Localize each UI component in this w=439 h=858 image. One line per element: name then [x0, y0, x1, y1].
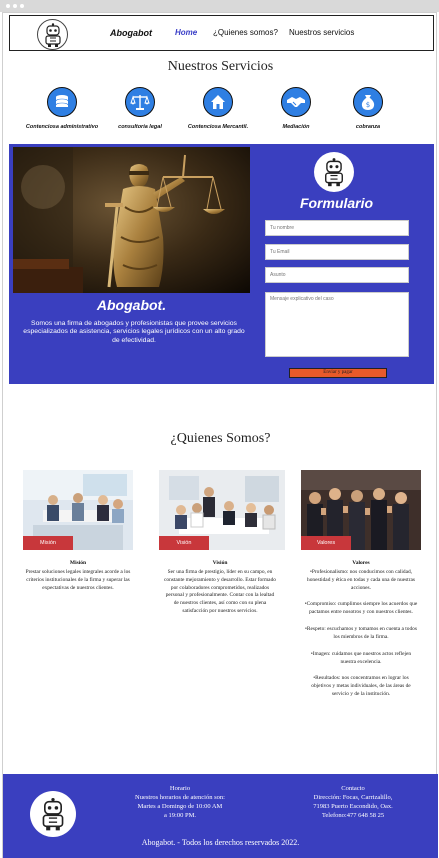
hours-line: a 19:00 PM.	[164, 812, 196, 820]
robot-logo-icon	[314, 152, 354, 192]
mission-tag: Misión	[23, 536, 73, 550]
mission-card: Misión Misión Prestar soluciones legales…	[17, 470, 139, 592]
handshake-icon	[281, 87, 311, 117]
mission-heading: Misión	[69, 560, 87, 566]
house-icon	[203, 87, 233, 117]
values-tag: Valores	[301, 536, 351, 550]
values-heading: Valores	[352, 560, 370, 566]
contact-phone: Telefono:477 648 58 25	[321, 812, 385, 820]
navbar: Abogabot Home ¿Quienes somos? Nuestros s…	[9, 15, 434, 51]
service-item[interactable]: Mediación	[256, 87, 336, 130]
window-dot	[6, 4, 10, 8]
service-label: cobranza	[355, 124, 381, 130]
value-item: •Compromiso: cumplimos siempre los acuer…	[304, 601, 418, 616]
contact-block: Contacto Dirección: Focas, Carrizalillo,…	[293, 784, 413, 820]
contact-address: Dirección: Focas, Carrizalillo,	[313, 794, 393, 802]
values-card: Valores Valores •Profesionalismo: nos co…	[300, 470, 422, 708]
hero-title: Abogabot.	[96, 297, 167, 313]
mission-image: Misión	[23, 470, 133, 550]
services-title: Nuestros Servicios	[167, 59, 274, 74]
message-textarea[interactable]	[265, 292, 409, 357]
nav-link-home[interactable]: Home	[175, 28, 197, 37]
robot-logo-icon[interactable]	[37, 19, 68, 50]
page: Abogabot Home ¿Quienes somos? Nuestros s…	[2, 12, 438, 858]
service-item[interactable]: consultoria legal	[100, 87, 180, 130]
vision-tag: Visión	[159, 536, 209, 550]
hours-line: Nuestros horarios de atención son:	[135, 794, 225, 802]
values-image: Valores	[301, 470, 421, 550]
window-dot	[20, 4, 24, 8]
nav-link-quienes-somos[interactable]: ¿Quienes somos?	[213, 28, 278, 37]
value-item: •Imagen: cuidamos que nuestros actos ref…	[310, 650, 412, 665]
email-input[interactable]	[265, 244, 409, 260]
copyright: Abogabot. - Todos los derechos reservado…	[141, 838, 300, 847]
service-label: Contenciosa Mercantil.	[187, 124, 249, 130]
form-title: Formulario	[299, 195, 374, 211]
scales-icon	[125, 87, 155, 117]
footer: Horario Nuestros horarios de atención so…	[3, 774, 438, 858]
nav-link-servicios[interactable]: Nuestros servicios	[289, 28, 354, 37]
contact-address: 71983 Puerto Escondido, Oax.	[313, 803, 393, 811]
hours-title: Horario	[169, 785, 191, 792]
service-label: Mediación	[282, 124, 310, 130]
value-item: •Profesionalismo: nos conducimos con cal…	[307, 569, 415, 591]
window-dot	[13, 4, 17, 8]
vision-card: Visión Visión Ser una firma de prestigio…	[159, 470, 285, 616]
hero-section: Abogabot. Somos una firma de abogados y …	[9, 144, 434, 384]
service-label: Contenciosa administrativo	[25, 124, 99, 130]
values-list: •Profesionalismo: nos conducimos con cal…	[300, 569, 422, 699]
value-item: •Resultados: nos concentramos en lograr …	[311, 675, 411, 698]
vision-heading: Visión	[212, 560, 228, 566]
service-item[interactable]: Contenciosa Mercantil.	[178, 87, 258, 130]
vision-text: Ser una firma de prestigio, líder en su …	[164, 569, 276, 615]
lady-justice-image	[13, 147, 250, 293]
service-item[interactable]: $ cobranza	[328, 87, 408, 130]
hero-description: Somos una firma de abogados y profesioni…	[23, 320, 245, 344]
robot-logo-icon	[30, 791, 76, 837]
about-title: ¿Quienes Somos?	[170, 431, 271, 446]
subject-input[interactable]	[265, 267, 409, 283]
coins-icon	[47, 87, 77, 117]
service-label: consultoria legal	[118, 124, 162, 130]
mission-text: Prestar soluciones legales integrales ac…	[25, 569, 131, 591]
send-pay-button[interactable]: Enviar y pagar	[289, 368, 387, 378]
value-item: •Respeto: escuchamos y tomamos en cuenta…	[305, 626, 417, 640]
hours-line: Martes a Domingo de 10:00 AM	[137, 803, 223, 811]
contact-title: Contacto	[341, 785, 365, 792]
service-item[interactable]: Contenciosa administrativo	[22, 87, 102, 130]
name-input[interactable]	[265, 220, 409, 236]
hours-block: Horario Nuestros horarios de atención so…	[115, 784, 245, 820]
browser-chrome	[0, 0, 439, 12]
money-bag-icon: $	[353, 87, 383, 117]
svg-text:$: $	[366, 101, 370, 109]
nav-brand[interactable]: Abogabot	[110, 28, 152, 38]
vision-image: Visión	[159, 470, 285, 550]
